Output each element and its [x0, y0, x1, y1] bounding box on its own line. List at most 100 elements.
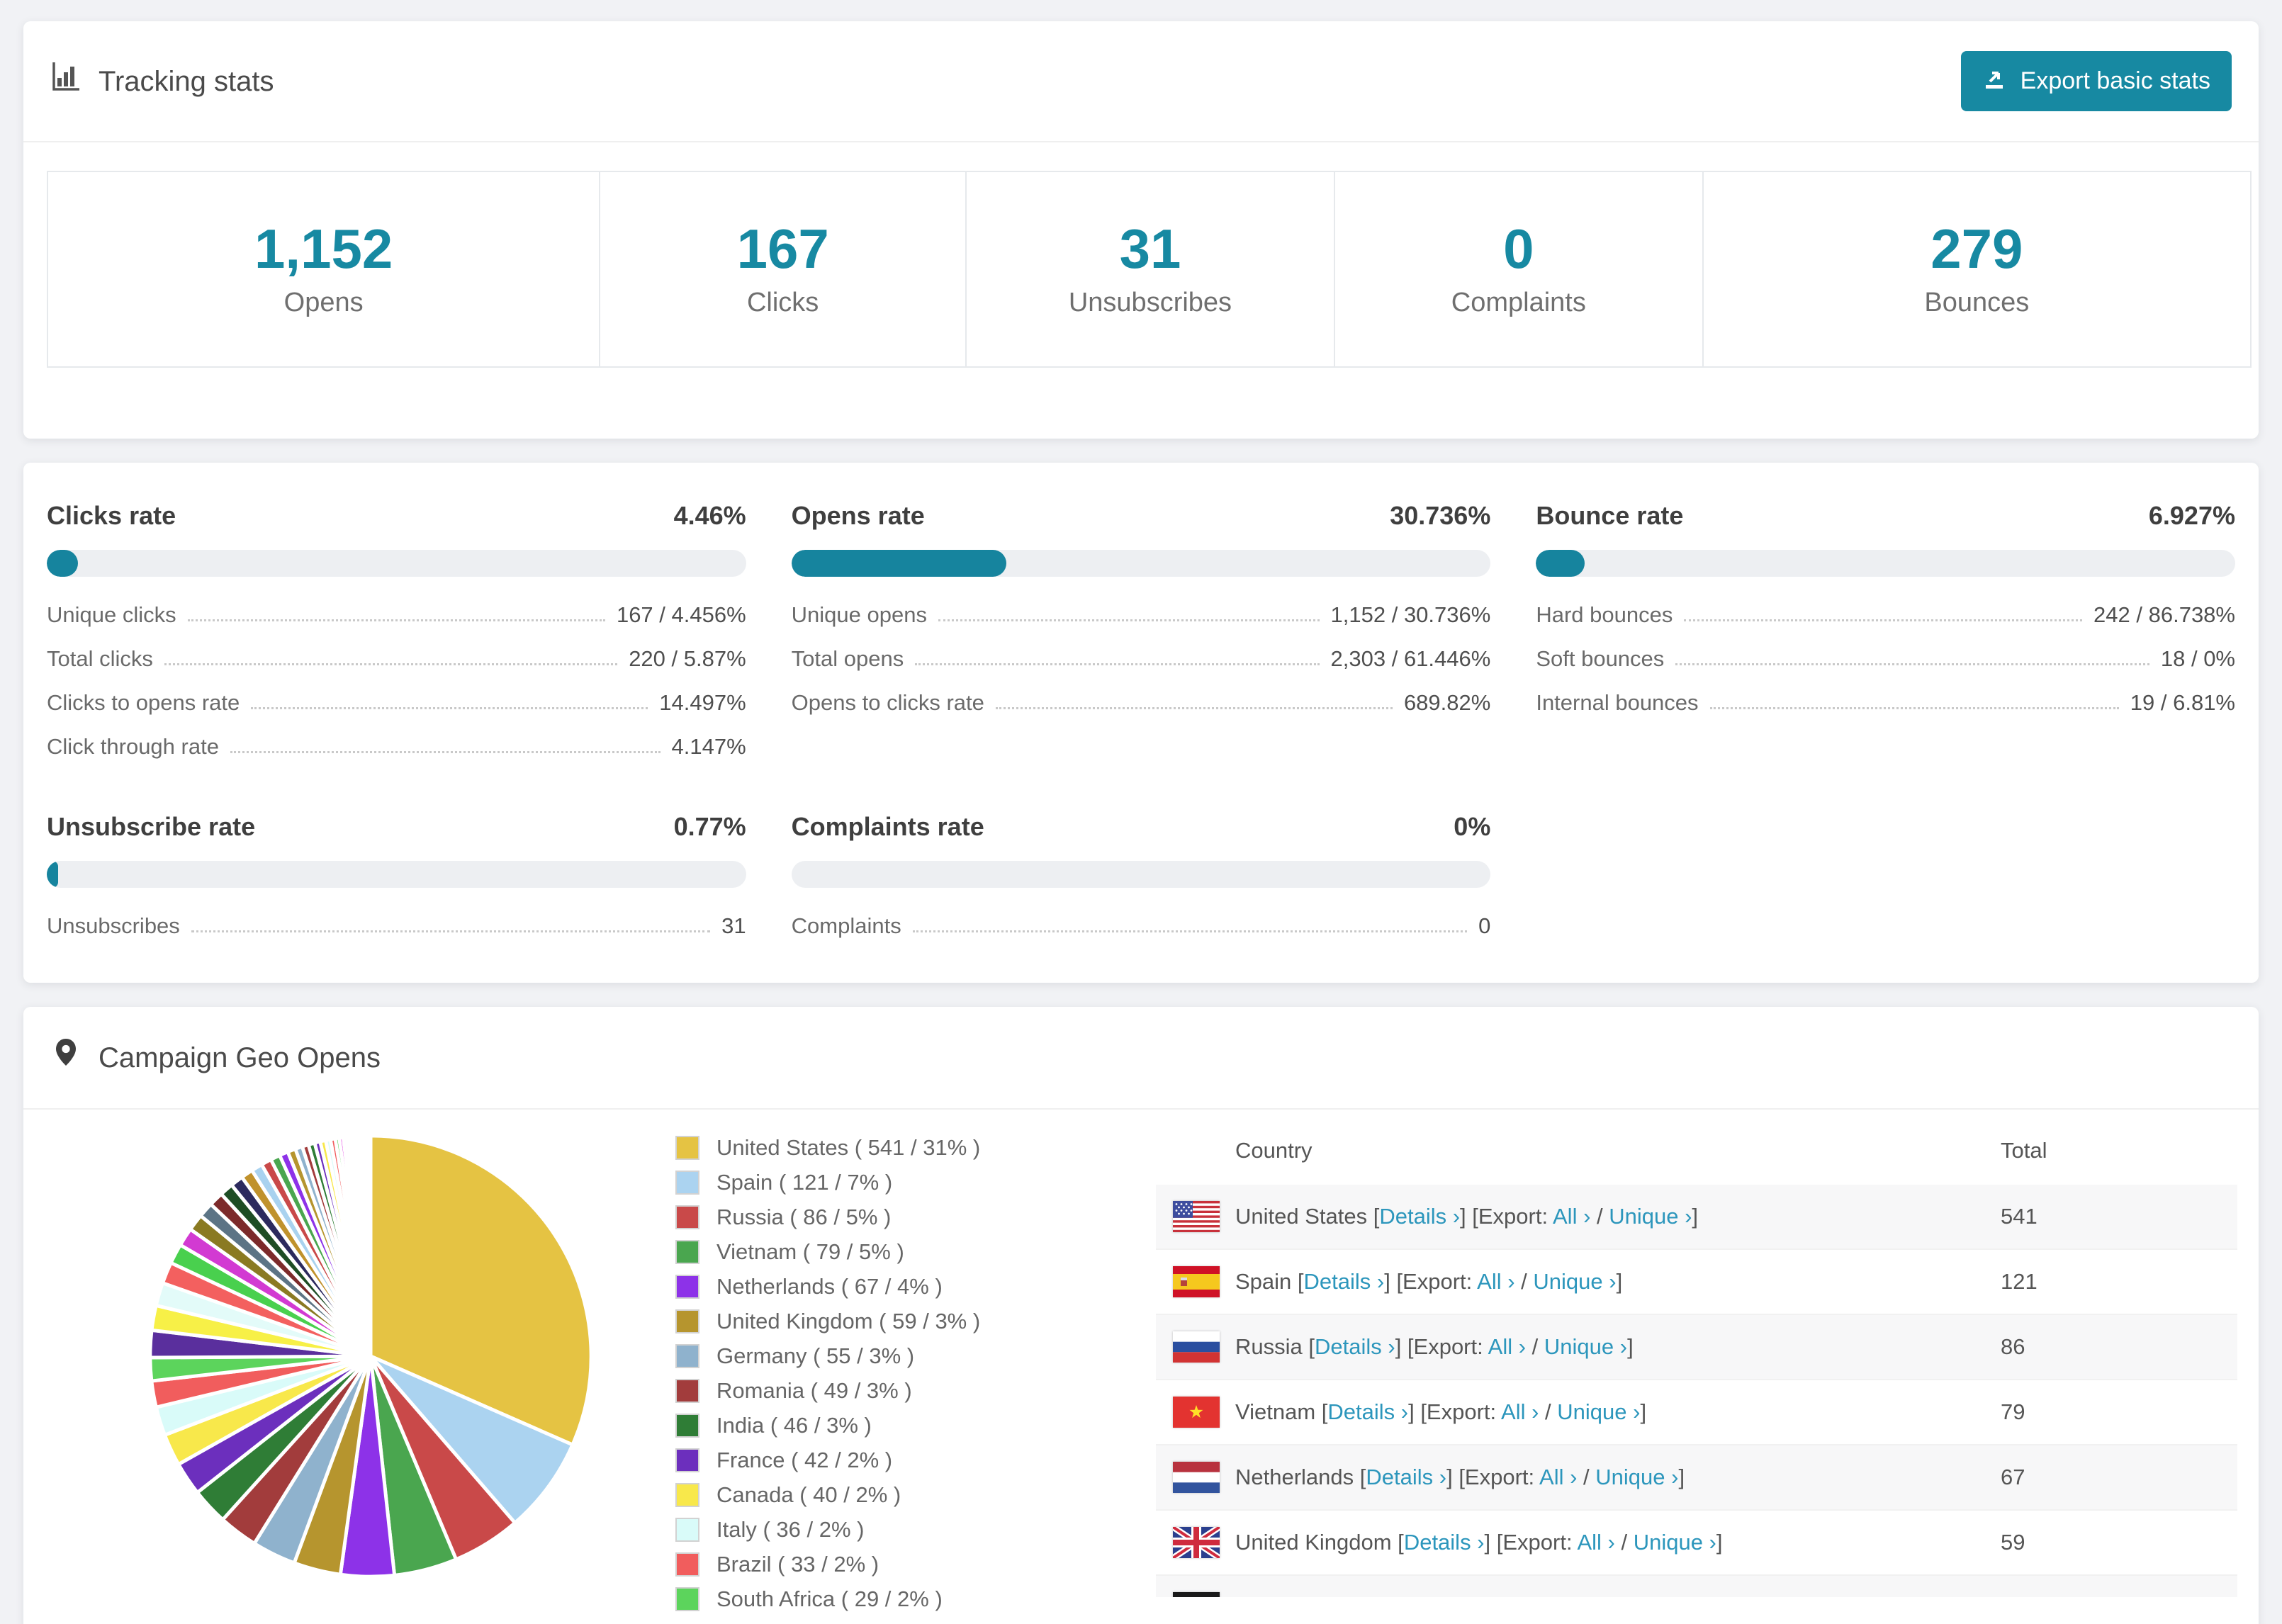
export-unique-link[interactable]: Unique ›	[1595, 1465, 1678, 1489]
export-all-link[interactable]: All ›	[1477, 1269, 1514, 1294]
export-unique-link[interactable]: Unique ›	[1634, 1530, 1716, 1555]
details-link[interactable]: Details ›	[1404, 1530, 1485, 1555]
dotted-leader	[915, 663, 1320, 665]
legend-item-romania[interactable]: Romania ( 49 / 3% )	[675, 1378, 1072, 1404]
summary-box-opens: 1,152 Opens	[47, 171, 601, 368]
rate-row-label: Opens to clicks rate	[791, 690, 984, 715]
dotted-leader	[191, 930, 711, 932]
legend-swatch	[675, 1309, 699, 1333]
legend-label: Spain ( 121 / 7% )	[716, 1170, 893, 1195]
export-all-link[interactable]: All ›	[1501, 1399, 1539, 1424]
export-all-link[interactable]: All ›	[1511, 1595, 1548, 1597]
map-pin-icon	[50, 1037, 82, 1078]
geo-table-rows: United States [Details ›] [Export: All ›…	[1156, 1185, 2237, 1597]
legend-item-south-africa[interactable]: South Africa ( 29 / 2% )	[675, 1586, 1072, 1612]
details-link[interactable]: Details ›	[1327, 1399, 1408, 1424]
country-cell: United States [Details ›] [Export: All ›…	[1235, 1204, 1699, 1229]
country-column-header: Country	[1235, 1138, 1313, 1163]
legend-item-united-kingdom[interactable]: United Kingdom ( 59 / 3% )	[675, 1309, 1072, 1334]
legend-label: South Africa ( 29 / 2% )	[716, 1586, 943, 1611]
rate-row-complaints: Complaints 0	[792, 913, 1491, 939]
details-link[interactable]: Details ›	[1304, 1269, 1385, 1294]
legend-item-india[interactable]: India ( 46 / 3% )	[675, 1413, 1072, 1438]
legend-item-canada[interactable]: Canada ( 40 / 2% )	[675, 1482, 1072, 1508]
legend-swatch	[675, 1240, 699, 1264]
rate-row-value: 4.147%	[671, 734, 746, 759]
rate-row-value: 19 / 6.81%	[2130, 690, 2235, 715]
export-unique-link[interactable]: Unique ›	[1544, 1334, 1627, 1359]
summary-box-complaints: 0 Complaints	[1333, 171, 1704, 368]
tracking-stats-title-text: Tracking stats	[99, 65, 274, 97]
total-cell: 79	[2001, 1399, 2025, 1424]
geo-table-row-vietnam: Vietnam [Details ›] [Export: All › / Uni…	[1156, 1380, 2237, 1445]
details-link[interactable]: Details ›	[1338, 1595, 1419, 1597]
rate-row-unique-clicks: Unique clicks 167 / 4.456%	[47, 602, 746, 628]
geo-table-row-netherlands: Netherlands [Details ›] [Export: All › /…	[1156, 1445, 2237, 1511]
legend-swatch	[675, 1379, 699, 1403]
legend-item-brazil[interactable]: Brazil ( 33 / 2% )	[675, 1552, 1072, 1577]
summary-value: 279	[1930, 217, 2023, 280]
rate-row-value: 220 / 5.87%	[629, 646, 746, 671]
legend-item-netherlands[interactable]: Netherlands ( 67 / 4% )	[675, 1274, 1072, 1299]
export-all-link[interactable]: All ›	[1553, 1204, 1590, 1229]
export-unique-link[interactable]: Unique ›	[1568, 1595, 1651, 1597]
legend-item-russia[interactable]: Russia ( 86 / 5% )	[675, 1205, 1072, 1230]
flag-de-icon	[1173, 1592, 1220, 1597]
dotted-leader	[1709, 707, 2119, 709]
rate-progress-bar	[47, 550, 746, 577]
rate-title-row: Bounce rate 6.927%	[1536, 500, 2235, 531]
export-icon	[1982, 65, 2008, 97]
dotted-leader	[1684, 619, 2083, 621]
rate-block-bounce-rate: Bounce rate 6.927% Hard bounces 242 / 86.73…	[1536, 500, 2235, 760]
total-cell: 121	[2001, 1269, 2038, 1294]
dashboard-page: Tracking stats Export basic stats 1,152 O…	[0, 0, 2282, 1624]
legend-label: Germany ( 55 / 3% )	[716, 1343, 915, 1368]
legend-item-united-states[interactable]: United States ( 541 / 31% )	[675, 1135, 1072, 1161]
summary-value: 1,152	[254, 217, 393, 280]
rate-row-unique-opens: Unique opens 1,152 / 30.736%	[792, 602, 1491, 628]
geo-table-row-germany: Germany [Details ›] [Export: All › / Uni…	[1156, 1576, 2237, 1597]
pie-slice-other[interactable]	[368, 1134, 373, 1357]
legend-label: India ( 46 / 3% )	[716, 1413, 872, 1438]
summary-box-clicks: 167 Clicks	[599, 171, 967, 368]
legend-item-france[interactable]: France ( 42 / 2% )	[675, 1448, 1072, 1473]
export-unique-link[interactable]: Unique ›	[1557, 1399, 1640, 1424]
rate-progress-bar	[47, 861, 746, 888]
rate-headline-value: 0.77%	[673, 812, 746, 841]
legend-swatch	[675, 1275, 699, 1299]
flag-gb-icon	[1173, 1527, 1220, 1558]
rate-title: Bounce rate	[1536, 501, 1684, 530]
rate-title-row: Unsubscribe rate 0.77%	[47, 811, 746, 842]
export-all-link[interactable]: All ›	[1488, 1334, 1526, 1359]
legend-item-vietnam[interactable]: Vietnam ( 79 / 5% )	[675, 1239, 1072, 1265]
legend-swatch	[675, 1171, 699, 1195]
dotted-leader	[251, 707, 648, 709]
flag-es-icon	[1173, 1266, 1220, 1297]
details-link[interactable]: Details ›	[1315, 1334, 1395, 1359]
rate-row-label: Internal bounces	[1536, 690, 1699, 715]
details-link[interactable]: Details ›	[1379, 1204, 1460, 1229]
rate-row-label: Total opens	[791, 646, 904, 671]
details-link[interactable]: Details ›	[1366, 1465, 1446, 1489]
legend-item-italy[interactable]: Italy ( 36 / 2% )	[675, 1517, 1072, 1543]
export-all-link[interactable]: All ›	[1577, 1530, 1614, 1555]
rate-row-value: 167 / 4.456%	[616, 602, 746, 627]
geo-opens-title: Campaign Geo Opens	[50, 1037, 381, 1078]
export-unique-link[interactable]: Unique ›	[1609, 1204, 1692, 1229]
rate-row-value: 2,303 / 61.446%	[1330, 646, 1491, 671]
legend-item-germany[interactable]: Germany ( 55 / 3% )	[675, 1343, 1072, 1369]
rate-row-label: Click through rate	[47, 734, 219, 759]
export-unique-link[interactable]: Unique ›	[1533, 1269, 1616, 1294]
total-cell: 55	[2001, 1595, 2220, 1597]
geo-pie-legend: United States ( 541 / 31% ) Spain ( 121 /…	[675, 1135, 1072, 1621]
rate-row-soft-bounces: Soft bounces 18 / 0%	[1536, 646, 2235, 672]
rate-row-total-opens: Total opens 2,303 / 61.446%	[792, 646, 1491, 672]
geo-table-header: Country Total	[1156, 1124, 2237, 1185]
dotted-leader	[995, 707, 1393, 709]
rate-progress-fill	[47, 861, 58, 888]
bar-chart-icon	[50, 60, 82, 102]
export-all-link[interactable]: All ›	[1539, 1465, 1577, 1489]
legend-item-spain[interactable]: Spain ( 121 / 7% )	[675, 1170, 1072, 1195]
export-basic-stats-button[interactable]: Export basic stats	[1960, 51, 2232, 111]
rate-row-value: 0	[1478, 913, 1491, 938]
